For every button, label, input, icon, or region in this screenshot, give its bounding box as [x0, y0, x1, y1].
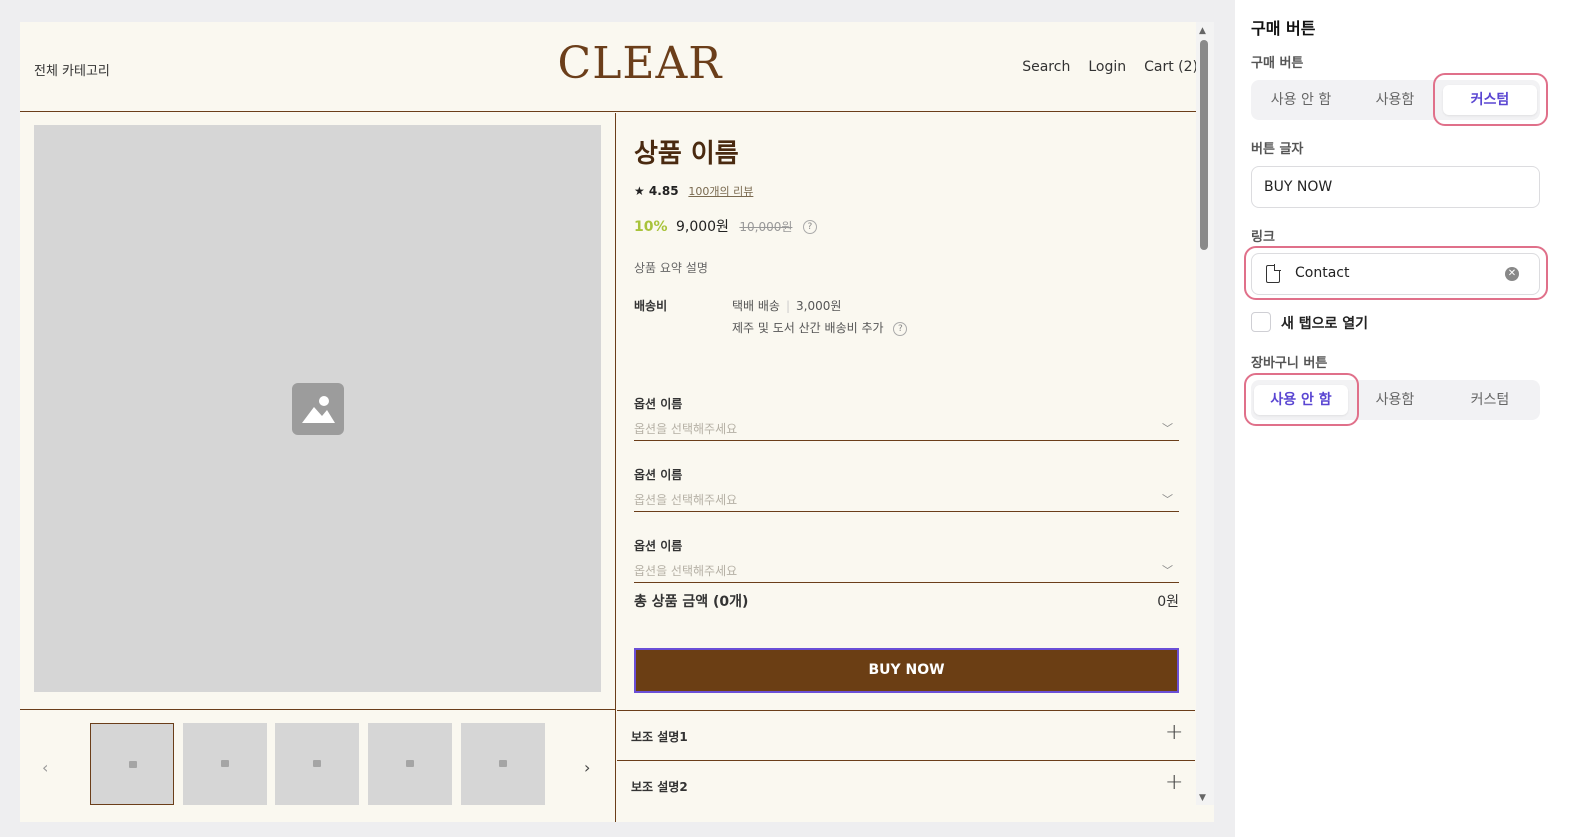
buy-option-on[interactable]: 사용함: [1348, 80, 1442, 120]
accordion-label: 보조 설명2: [631, 780, 688, 794]
option-label: 옵션 이름: [634, 397, 683, 411]
chevron-right-icon[interactable]: ›: [584, 758, 590, 777]
product-price: 10% 9,000원 10,000원 ?: [634, 216, 817, 236]
cart-button-label: 장바구니 버튼: [1251, 356, 1328, 371]
discount-rate: 10%: [634, 219, 668, 235]
help-icon[interactable]: ?: [802, 220, 817, 234]
thumbnail[interactable]: [368, 723, 452, 805]
highlight-ring: [1244, 246, 1548, 300]
option-label: 옵션 이름: [634, 468, 683, 482]
product-gallery: ‹ ›: [20, 113, 616, 822]
shipping-extra-text: 제주 및 도서 산간 배송비 추가: [732, 321, 884, 335]
shipping-label: 배송비: [634, 299, 668, 313]
option-label: 옵션 이름: [634, 539, 683, 553]
preview-canvas: 전체 카테고리 CLEAR Search Login Cart (2) ‹ ›: [20, 22, 1214, 822]
thumbnail[interactable]: [90, 723, 174, 805]
scrollbar-thumb[interactable]: [1200, 40, 1208, 250]
nav-login[interactable]: Login: [1088, 59, 1126, 75]
category-menu[interactable]: 전체 카테고리: [34, 60, 110, 79]
site-header: 전체 카테고리 CLEAR Search Login Cart (2): [20, 22, 1214, 112]
thumbnail[interactable]: [461, 723, 545, 805]
nav-cart[interactable]: Cart (2): [1144, 59, 1198, 75]
button-text-input[interactable]: BUY NOW: [1251, 166, 1540, 208]
buy-option-off[interactable]: 사용 안 함: [1254, 80, 1348, 120]
thumbnail[interactable]: [183, 723, 267, 805]
shipping-method: 택배 배송 | 3,000원: [732, 299, 842, 313]
option-placeholder: 옵션을 선택해주세요: [634, 422, 738, 436]
preview-scrollbar[interactable]: ▲ ▼: [1196, 22, 1214, 805]
panel-title: 구매 버튼: [1251, 19, 1316, 38]
product-name: 상품 이름: [634, 139, 739, 169]
buy-button-label: 구매 버튼: [1251, 56, 1304, 71]
total-label: 총 상품 금액 (0개): [634, 594, 749, 610]
option-select[interactable]: 옵션 이름 옵션을 선택해주세요 ﹀: [634, 395, 1179, 441]
button-text-label: 버튼 글자: [1251, 142, 1304, 157]
cart-option-custom[interactable]: 커스텀: [1443, 380, 1537, 420]
shipping-extra: 제주 및 도서 산간 배송비 추가 ?: [732, 319, 908, 336]
plus-icon[interactable]: +: [1165, 720, 1183, 745]
thumbnail-strip: ‹ ›: [20, 709, 616, 822]
site-logo[interactable]: CLEAR: [540, 38, 740, 89]
nav-search[interactable]: Search: [1022, 59, 1070, 75]
scroll-down-icon[interactable]: ▼: [1199, 793, 1206, 803]
original-price: 10,000원: [739, 220, 793, 234]
shipping-fee: 3,000원: [796, 299, 842, 313]
settings-panel: 구매 버튼 구매 버튼 사용 안 함 사용함 커스텀 버튼 글자 BUY NOW…: [1235, 0, 1596, 837]
accordion-label: 보조 설명1: [631, 730, 688, 744]
image-placeholder-icon: [292, 383, 344, 435]
product-rating: ★ 4.85 100개의 리뷰: [634, 183, 753, 199]
site-nav: Search Login Cart (2): [1022, 59, 1198, 75]
sale-price: 9,000원: [675, 219, 729, 235]
option-select[interactable]: 옵션 이름 옵션을 선택해주세요 ﹀: [634, 466, 1179, 512]
main-product-image: [34, 125, 601, 692]
chevron-down-icon: ﹀: [1162, 564, 1173, 577]
new-tab-checkbox[interactable]: [1251, 312, 1271, 332]
link-label: 링크: [1251, 230, 1275, 245]
option-placeholder: 옵션을 선택해주세요: [634, 493, 738, 507]
chevron-down-icon: ﹀: [1162, 493, 1173, 506]
new-tab-label: 새 탭으로 열기: [1281, 316, 1369, 332]
plus-icon[interactable]: +: [1165, 770, 1183, 795]
buy-now-button[interactable]: BUY NOW: [634, 648, 1179, 693]
option-select[interactable]: 옵션 이름 옵션을 선택해주세요 ﹀: [634, 537, 1179, 583]
product-summary: 상품 요약 설명: [634, 261, 708, 275]
chevron-left-icon[interactable]: ‹: [42, 758, 48, 777]
total-value: 0원: [1157, 594, 1179, 610]
highlight-ring: [1244, 373, 1359, 426]
scroll-up-icon[interactable]: ▲: [1199, 26, 1206, 36]
highlight-ring: [1433, 73, 1548, 126]
rating-value: ★ 4.85: [634, 184, 679, 198]
shipping-method-text: 택배 배송: [732, 299, 780, 313]
option-placeholder: 옵션을 선택해주세요: [634, 564, 738, 578]
chevron-down-icon: ﹀: [1162, 422, 1173, 435]
cart-option-on[interactable]: 사용함: [1348, 380, 1442, 420]
help-icon[interactable]: ?: [893, 321, 908, 336]
thumbnail[interactable]: [275, 723, 359, 805]
accordion-item[interactable]: 보조 설명1 +: [617, 710, 1195, 760]
accordion-item[interactable]: 보조 설명2 +: [617, 760, 1195, 810]
reviews-link[interactable]: 100개의 리뷰: [688, 185, 753, 198]
product-info: 상품 이름 ★ 4.85 100개의 리뷰 10% 9,000원 10,000원…: [617, 113, 1195, 822]
